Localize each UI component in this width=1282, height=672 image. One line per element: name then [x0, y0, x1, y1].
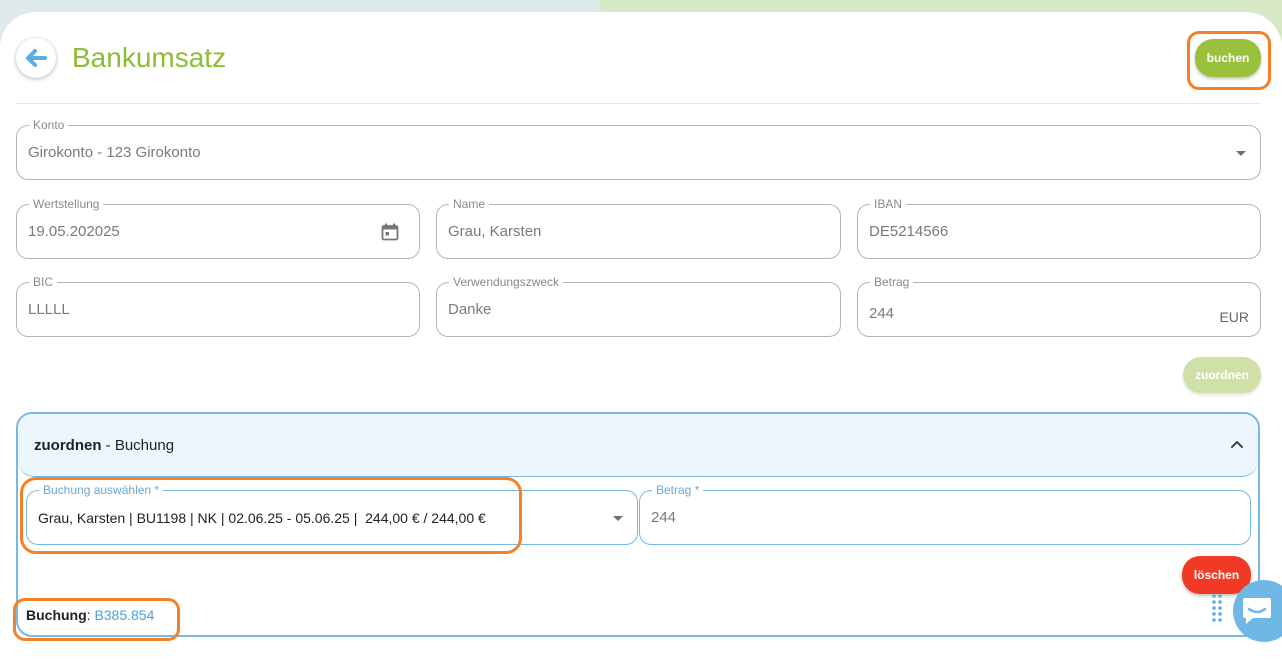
verwendungszweck-value: Danke	[448, 301, 492, 318]
buchung-select-value: Grau, Karsten | BU1198 | NK | 02.06.25 -…	[38, 509, 486, 526]
booking-label: Buchung	[26, 607, 87, 623]
chat-icon	[1243, 598, 1271, 624]
assignment-panel-title: zuordnen - Buchung	[34, 437, 174, 454]
calendar-icon[interactable]	[381, 223, 399, 241]
buchen-button[interactable]: buchen	[1195, 39, 1261, 77]
page-title: Bankumsatz	[72, 42, 227, 73]
konto-value: Girokonto - 123 Girokonto	[28, 144, 201, 161]
wertstellung-field[interactable]: Wertstellung 19.05.202025	[16, 197, 420, 259]
booking-link[interactable]: B385.854	[94, 607, 154, 623]
currency-suffix: EUR	[1219, 309, 1249, 325]
name-field[interactable]: Name Grau, Karsten	[436, 197, 841, 259]
betrag-field[interactable]: Betrag 244 EUR	[857, 275, 1261, 337]
chevron-up-icon[interactable]	[1230, 437, 1244, 451]
iban-value: DE5214566	[869, 223, 949, 240]
arrow-left-icon	[26, 49, 47, 67]
back-button[interactable]	[16, 38, 56, 78]
buchung-select[interactable]: Buchung auswählen * Grau, Karsten | BU11…	[26, 483, 638, 545]
assignment-amount-field[interactable]: Betrag * 244	[639, 483, 1251, 545]
name-value: Grau, Karsten	[448, 223, 542, 240]
panel-title-rest: - Buchung	[101, 437, 175, 454]
bic-field[interactable]: BIC LLLLL	[16, 275, 420, 337]
loeschen-button[interactable]: löschen	[1182, 556, 1251, 594]
panel-title-bold: zuordnen	[34, 437, 102, 454]
konto-select[interactable]: Konto Girokonto - 123 Girokonto	[16, 118, 1261, 180]
drag-handle-icon[interactable]	[1211, 593, 1223, 625]
wertstellung-value: 19.05.202025	[28, 223, 120, 240]
betrag-value: 244	[869, 305, 895, 322]
dropdown-arrow-icon[interactable]	[1236, 151, 1246, 156]
zuordnen-button[interactable]: zuordnen	[1183, 357, 1261, 393]
assignment-amount-value: 244	[651, 509, 677, 526]
header-divider	[16, 103, 1260, 104]
iban-field[interactable]: IBAN DE5214566	[857, 197, 1261, 259]
assignment-panel-header[interactable]: zuordnen - Buchung	[18, 414, 1258, 477]
verwendungszweck-field[interactable]: Verwendungszweck Danke	[436, 275, 841, 337]
booking-reference: Buchung: B385.854	[26, 607, 154, 623]
dropdown-arrow-icon[interactable]	[613, 516, 623, 521]
bic-value: LLLLL	[28, 301, 70, 318]
